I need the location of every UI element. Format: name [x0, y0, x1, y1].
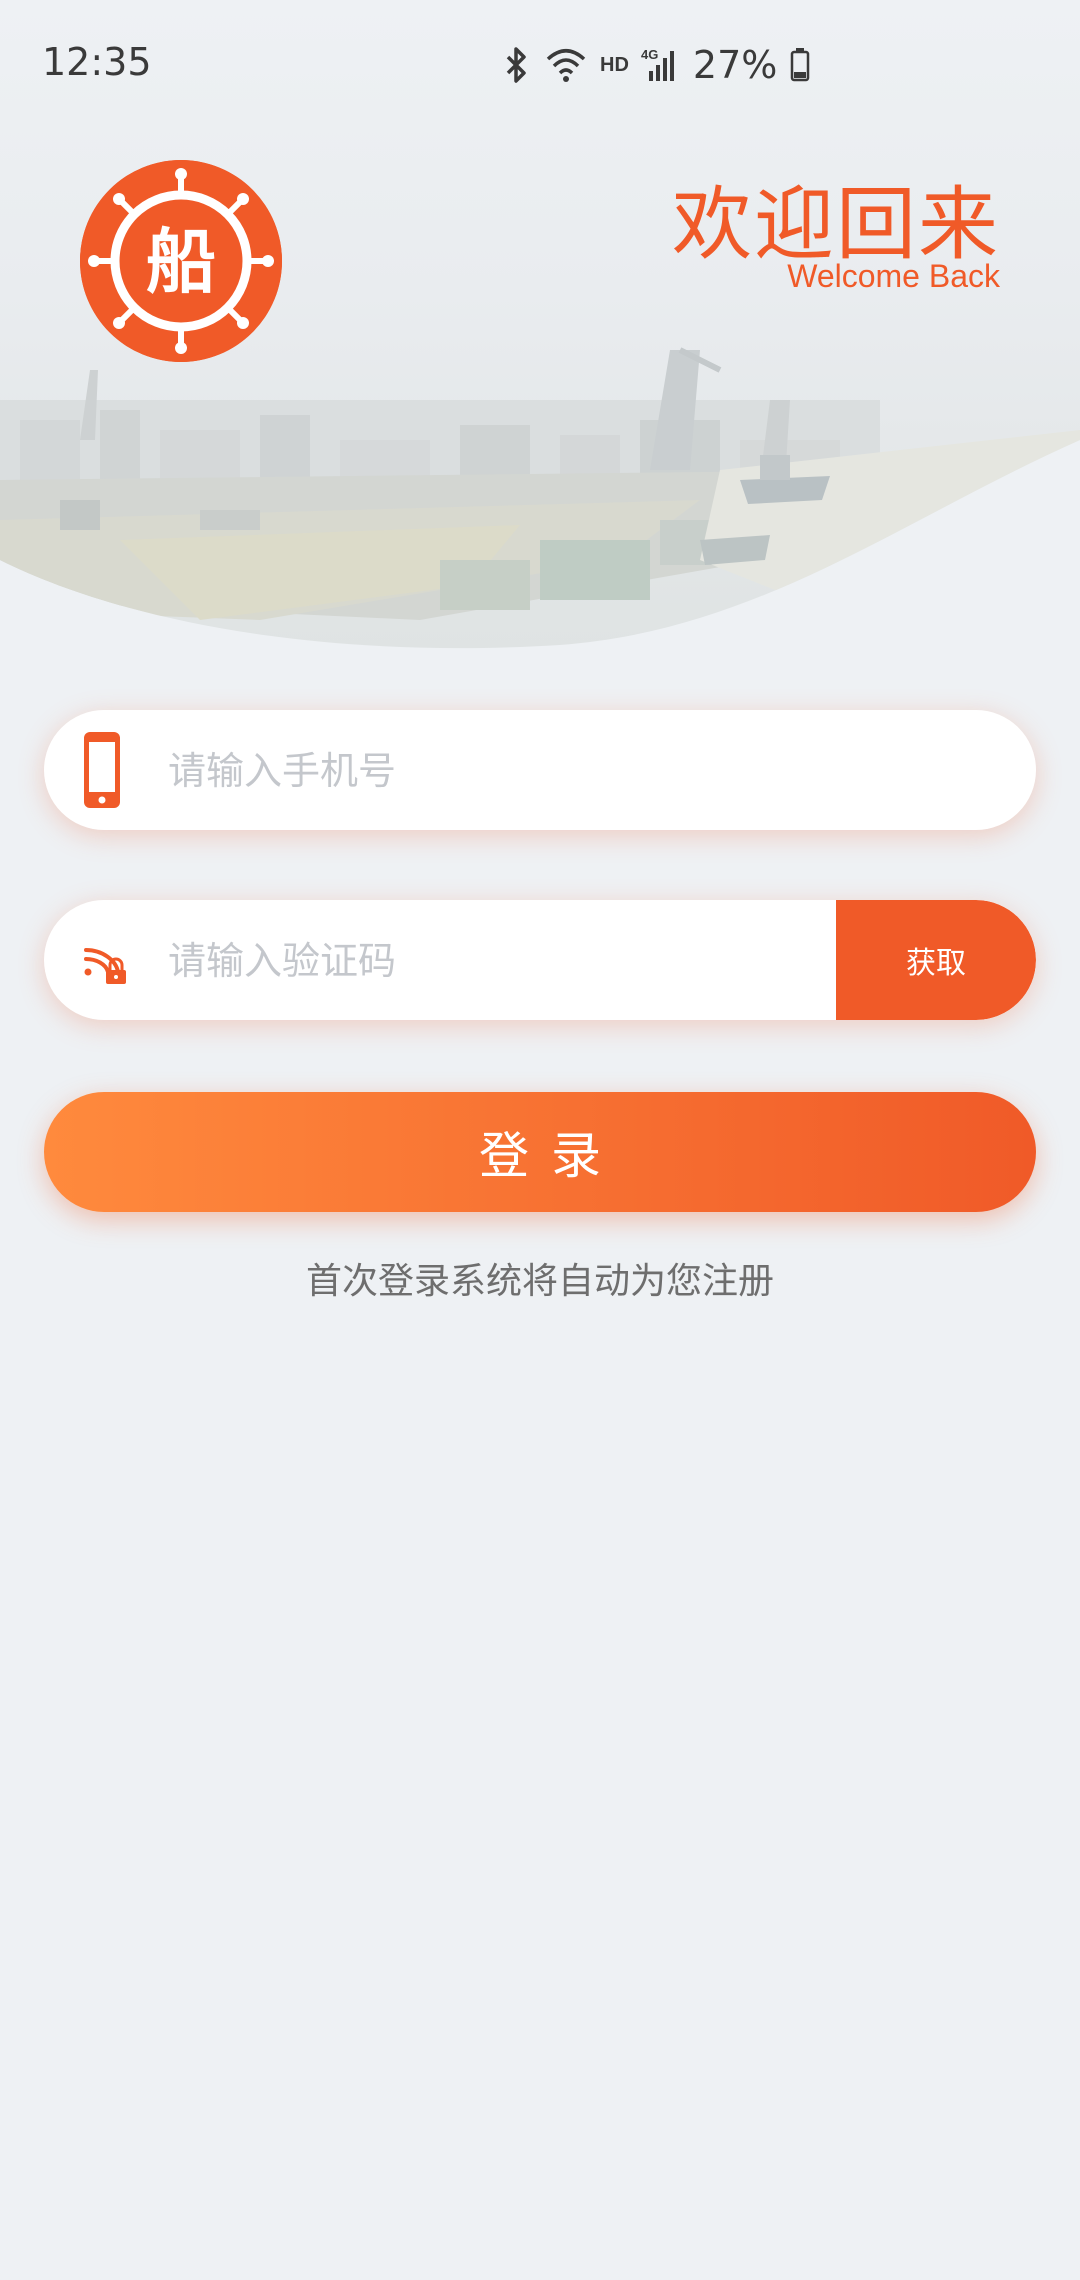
- code-input[interactable]: [166, 900, 810, 1020]
- get-code-button[interactable]: 获取: [836, 900, 1036, 1020]
- status-bar: 12:35 HD 4G 27%: [0, 0, 1080, 130]
- phone-icon: [80, 730, 124, 810]
- signal-icon: 4G: [641, 45, 681, 85]
- hd-badge: HD: [600, 53, 629, 76]
- bluetooth-icon: [500, 45, 532, 85]
- wifi-icon: [544, 45, 588, 85]
- battery-percent: 27%: [692, 43, 778, 87]
- ship-wheel-icon: 船: [80, 160, 282, 362]
- status-icons: HD 4G 27%: [500, 40, 811, 90]
- auto-register-hint: 首次登录系统将自动为您注册: [305, 1261, 774, 1302]
- phone-input[interactable]: [166, 710, 810, 830]
- lock-signal-icon: [80, 936, 128, 984]
- login-button[interactable]: 登录: [44, 1092, 1036, 1212]
- svg-text:4G: 4G: [641, 47, 658, 62]
- welcome-subtitle: Welcome Back: [787, 258, 1000, 294]
- logo-char: 船: [146, 221, 216, 303]
- phone-field[interactable]: [44, 710, 1036, 830]
- battery-icon: [789, 45, 811, 85]
- app-logo: 船: [80, 160, 282, 362]
- code-field[interactable]: 获取: [44, 900, 1036, 1020]
- status-time: 12:35: [42, 40, 152, 84]
